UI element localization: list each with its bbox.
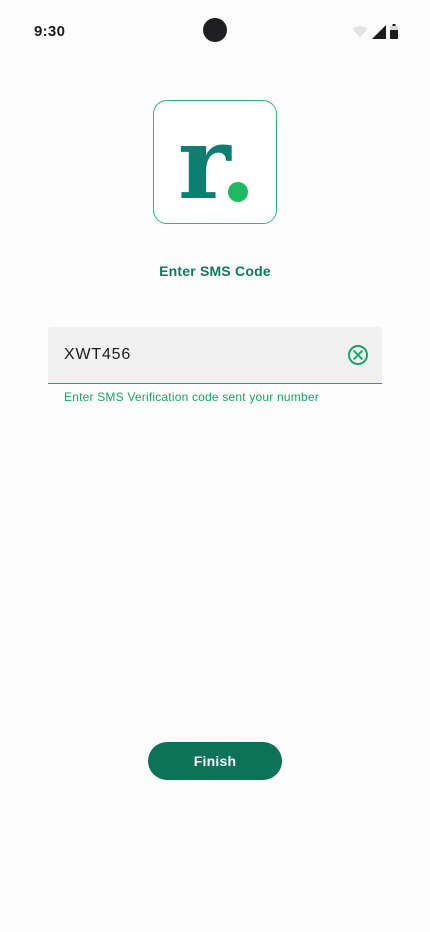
app-logo: r [153,100,277,224]
sms-verification-screen: 9:30 r Enter SMS Code XWT456 Enter SMS V… [0,0,430,932]
sms-field-helper-text: Enter SMS Verification code sent your nu… [64,390,319,404]
logo-letter: r [178,104,232,222]
sms-code-input[interactable] [64,327,334,382]
status-bar: 9:30 [0,0,430,64]
status-icons [352,24,398,39]
finish-button[interactable]: Finish [148,742,282,780]
status-time: 9:30 [34,23,66,40]
page-title: Enter SMS Code [159,263,271,279]
logo-dot [228,182,248,202]
clear-circle-icon[interactable] [347,344,369,366]
sms-code-field [48,327,382,384]
cellular-signal-icon [372,24,386,39]
wifi-icon [352,25,368,38]
front-camera-cutout [203,18,227,42]
battery-icon [390,24,398,39]
